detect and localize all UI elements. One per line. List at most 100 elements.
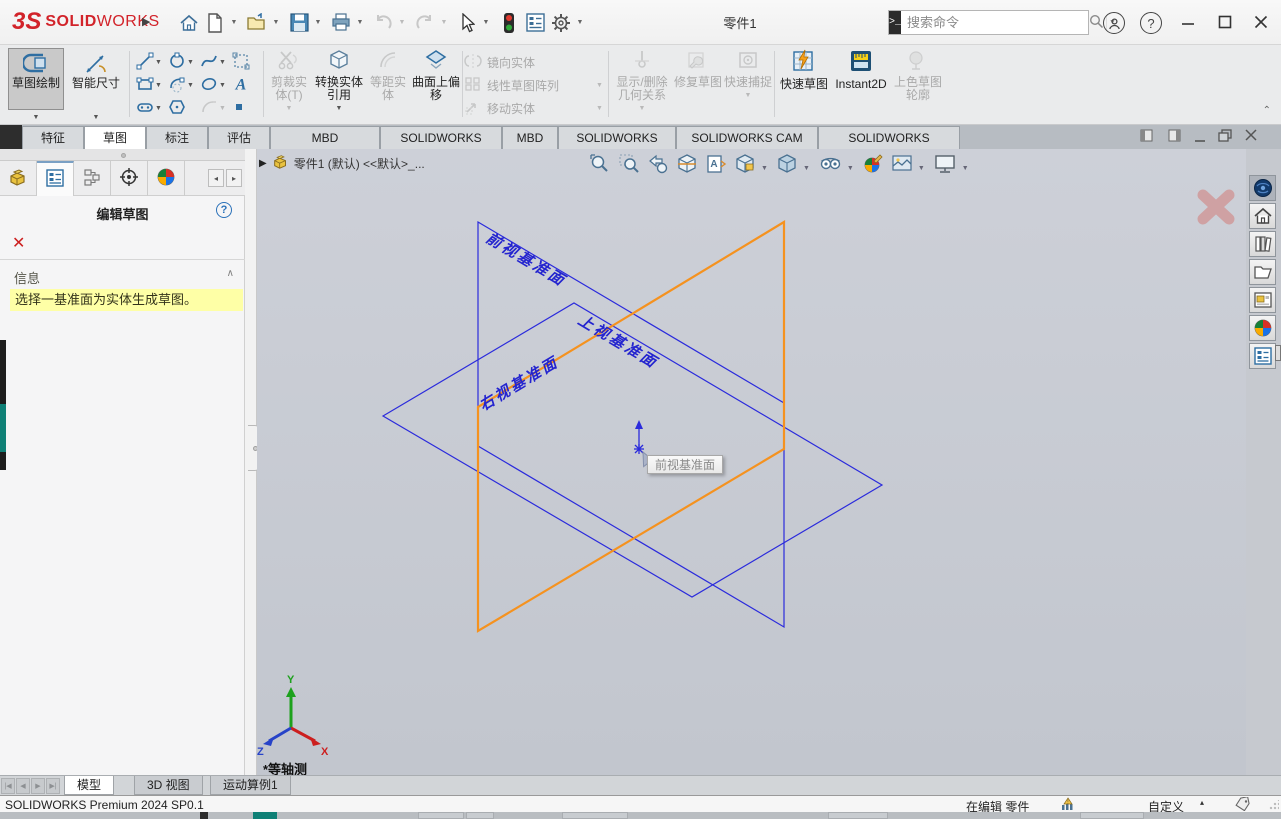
home-icon[interactable] — [176, 9, 202, 36]
tab-addins[interactable]: SOLIDWORKS 插件 — [380, 126, 502, 149]
section-view-icon[interactable] — [674, 151, 700, 177]
status-customize-arrow[interactable]: ▴ — [1200, 798, 1204, 807]
tab-scroll-first[interactable]: |◀ — [1, 778, 15, 794]
info-collapse-icon[interactable]: ∧ — [227, 268, 234, 279]
tab-evaluate[interactable]: 评估 — [208, 126, 270, 149]
apply-scene-dropdown[interactable]: ▼ — [918, 165, 925, 172]
3d-drawing-view-icon[interactable]: A — [703, 151, 729, 177]
panel-vertical-splitter[interactable] — [245, 149, 257, 775]
panel-tab-scroll-left[interactable]: ◂ — [208, 169, 224, 187]
configuration-manager-tab[interactable] — [74, 161, 111, 196]
resize-grip[interactable] — [1269, 800, 1279, 810]
print-dropdown[interactable]: ▼ — [354, 9, 366, 36]
graphics-area[interactable]: 前视基准面 上视基准面 右视基准面 Y — [257, 149, 1246, 775]
3dexperience-icon[interactable] — [1249, 175, 1276, 201]
circle-tool-dropdown[interactable]: ▼ — [187, 59, 194, 66]
convert-entities-button[interactable]: 转换实体引用 ▼ — [314, 49, 364, 112]
bounding-box-tool-icon[interactable] — [232, 52, 250, 73]
arc-tool-dropdown[interactable]: ▼ — [187, 82, 194, 89]
rectangle-tool-icon[interactable] — [136, 75, 154, 96]
smart-dimension-dropdown[interactable]: ▼ — [68, 111, 124, 124]
arc-tool-icon[interactable] — [168, 75, 186, 96]
options-dropdown[interactable]: ▼ — [574, 9, 586, 36]
menu-flyout-arrow-icon[interactable]: ▶ — [142, 15, 150, 28]
tab-inspection[interactable]: SOLIDWORKS Inspection — [818, 126, 960, 149]
tab-mbd-dimensions[interactable]: MBD Dimensions — [270, 126, 380, 149]
minimize-button[interactable] — [1168, 0, 1208, 44]
tab-scroll-prev[interactable]: ◀ — [16, 778, 30, 794]
tab-annotation[interactable]: 标注 — [146, 126, 208, 149]
print-icon[interactable] — [328, 9, 354, 36]
command-search[interactable]: >_ ▼ — [888, 10, 1089, 35]
home-panel-icon[interactable] — [1249, 203, 1276, 229]
text-tool-icon[interactable]: A — [232, 75, 250, 96]
feature-manager-tab[interactable] — [0, 161, 37, 196]
instant2d-button[interactable]: Instant2D — [832, 49, 890, 91]
tab-3d-views[interactable]: 3D 视图 — [134, 776, 203, 795]
breadcrumb[interactable]: ▶ 零件1 (默认) <<默认>_... — [259, 154, 425, 172]
panel-tab-scroll-right[interactable]: ▸ — [226, 169, 242, 187]
open-dropdown[interactable]: ▼ — [270, 9, 282, 36]
smart-dimension-button[interactable]: 智能尺寸 — [68, 48, 124, 110]
ellipse-tool-icon[interactable] — [200, 75, 218, 96]
sketch-button[interactable]: 草图绘制 — [8, 48, 64, 110]
search-input[interactable] — [901, 15, 1089, 30]
search-icon[interactable] — [1089, 14, 1104, 32]
maximize-button[interactable] — [1205, 0, 1245, 44]
custom-properties-icon[interactable] — [1249, 343, 1276, 369]
tab-scroll-next[interactable]: ▶ — [31, 778, 45, 794]
file-explorer-icon[interactable] — [1249, 259, 1276, 285]
new-document-icon[interactable] — [202, 9, 228, 36]
rectangle-tool-dropdown[interactable]: ▼ — [155, 82, 162, 89]
display-manager-tab[interactable] — [148, 161, 185, 196]
view-settings-dropdown[interactable]: ▼ — [962, 165, 969, 172]
panel-horizontal-splitter[interactable] — [0, 149, 245, 161]
tab-scroll-last[interactable]: ▶| — [46, 778, 60, 794]
zoom-fit-icon[interactable] — [587, 151, 613, 177]
design-library-icon[interactable] — [1249, 231, 1276, 257]
convert-entities-dropdown[interactable]: ▼ — [336, 105, 343, 112]
save-icon[interactable] — [286, 9, 312, 36]
open-icon[interactable] — [244, 9, 270, 36]
new-document-dropdown[interactable]: ▼ — [228, 9, 240, 36]
tab-cam-tbm[interactable]: SOLIDWORKS CAM TBM — [676, 126, 818, 149]
confirmation-corner-cancel-icon[interactable] — [1195, 187, 1237, 230]
ribbon-collapse-icon[interactable]: ⌃ — [1263, 105, 1271, 116]
property-manager-tab[interactable] — [37, 161, 74, 196]
tab-motion-study[interactable]: 运动算例1 — [210, 776, 291, 795]
help-icon[interactable]: ? — [1140, 12, 1162, 34]
panel-help-icon[interactable]: ? — [216, 202, 232, 218]
previous-view-icon[interactable] — [645, 151, 671, 177]
appearances-icon[interactable] — [1249, 315, 1276, 341]
line-tool-dropdown[interactable]: ▼ — [155, 59, 162, 66]
doc-minimize-icon[interactable] — [1194, 133, 1206, 146]
doc-close-icon[interactable] — [1245, 129, 1257, 144]
view-palette-icon[interactable] — [1249, 287, 1276, 313]
pane-left-icon[interactable] — [1140, 129, 1153, 145]
ellipse-tool-dropdown[interactable]: ▼ — [219, 82, 226, 89]
tab-mbd[interactable]: MBD — [502, 126, 558, 149]
hide-show-items-icon[interactable] — [816, 151, 844, 177]
rapid-sketch-button[interactable]: 快速草图 — [778, 49, 830, 91]
front-plane[interactable] — [478, 222, 784, 627]
task-list-icon[interactable] — [522, 9, 548, 36]
view-orientation-icon[interactable] — [732, 151, 758, 177]
options-gear-icon[interactable] — [548, 9, 574, 36]
slot-tool-icon[interactable] — [136, 98, 154, 119]
zoom-area-icon[interactable] — [616, 151, 642, 177]
tab-cam[interactable]: SOLIDWORKS CAM — [558, 126, 676, 149]
sketch-button-dropdown[interactable]: ▼ — [8, 111, 64, 124]
view-orientation-dropdown[interactable]: ▼ — [761, 165, 768, 172]
doc-restore-icon[interactable] — [1218, 129, 1232, 145]
display-style-icon[interactable] — [774, 151, 800, 177]
point-tool-icon[interactable] — [232, 100, 246, 117]
tab-sketch[interactable]: 草图 — [84, 126, 146, 149]
tab-model[interactable]: 模型 — [64, 776, 114, 795]
line-tool-icon[interactable] — [136, 52, 154, 73]
account-icon[interactable] — [1103, 12, 1125, 34]
spline-tool-dropdown[interactable]: ▼ — [219, 59, 226, 66]
pane-right-icon[interactable] — [1168, 129, 1181, 145]
apply-scene-icon[interactable] — [889, 151, 915, 177]
tab-features[interactable]: 特征 — [22, 126, 84, 149]
spline-tool-icon[interactable] — [200, 52, 218, 73]
